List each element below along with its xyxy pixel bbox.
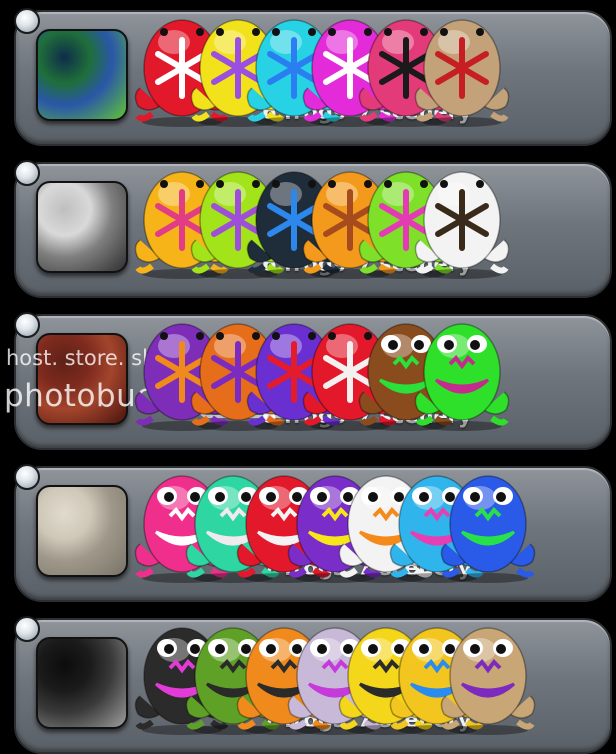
frog-pack-row[interactable]: 6 frogs7 scenery: [14, 312, 612, 450]
frog-preview-strip: [134, 466, 536, 588]
pack-radio-button[interactable]: [14, 312, 40, 338]
frog-preview-strip: [134, 314, 534, 434]
frog-pack-row[interactable]: 6 frogs7 scenery: [14, 160, 612, 298]
pack-radio-button[interactable]: [14, 8, 40, 34]
frog-pack-row[interactable]: 6 frogs7 scenery: [14, 8, 612, 146]
jackolantern-frog-icon: [414, 314, 510, 436]
frog-preview-strip: [134, 10, 534, 130]
frog-preview-strip: [134, 618, 536, 740]
pack-radio-button[interactable]: [14, 616, 40, 642]
frog-pack-row[interactable]: 7 frogs 7 scenery: [14, 464, 612, 602]
jackolantern-frog-icon: [440, 466, 536, 588]
frog-preview-strip: [134, 162, 534, 282]
jackolantern-frog-icon: [440, 618, 536, 740]
snowflake-frog-icon: [414, 162, 510, 284]
pack-radio-button[interactable]: [14, 464, 40, 490]
scenery-thumbnail[interactable]: [36, 333, 128, 425]
snowflake-frog-icon: [414, 10, 510, 132]
frog-pack-row[interactable]: 7 frogs 7 scenery: [14, 616, 612, 754]
scenery-thumbnail[interactable]: [36, 637, 128, 729]
scenery-thumbnail[interactable]: [36, 485, 128, 577]
pack-radio-button[interactable]: [14, 160, 40, 186]
scenery-thumbnail[interactable]: [36, 29, 128, 121]
scenery-thumbnail[interactable]: [36, 181, 128, 273]
